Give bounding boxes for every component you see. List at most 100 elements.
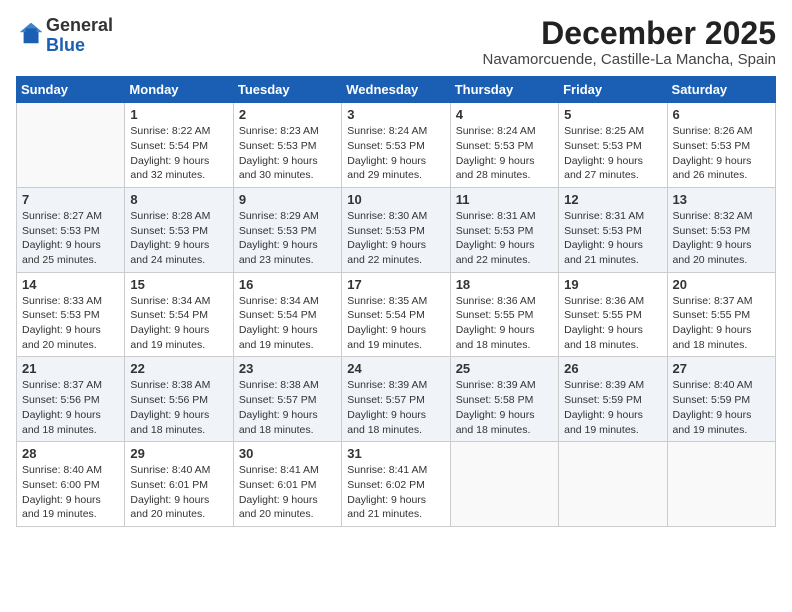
day-number: 8 xyxy=(130,192,227,207)
calendar-cell: 25Sunrise: 8:39 AMSunset: 5:58 PMDayligh… xyxy=(450,357,558,442)
day-info: Sunrise: 8:23 AMSunset: 5:53 PMDaylight:… xyxy=(239,124,336,183)
day-info: Sunrise: 8:32 AMSunset: 5:53 PMDaylight:… xyxy=(673,209,770,268)
calendar-cell: 5 Sunrise: 8:25 AMSunset: 5:53 PMDaylight… xyxy=(559,103,667,188)
calendar-cell: 19 Sunrise: 8:36 AMSunset: 5:55 PMDayligh… xyxy=(559,272,667,357)
day-number: 30 xyxy=(239,446,336,461)
calendar-cell: 16 Sunrise: 8:34 AMSunset: 5:54 PMDayligh… xyxy=(233,272,341,357)
calendar-cell: 11 Sunrise: 8:31 AMSunset: 5:53 PMDayligh… xyxy=(450,187,558,272)
calendar-week-row: 14Sunrise: 8:33 AMSunset: 5:53 PMDayligh… xyxy=(17,272,776,357)
day-number: 29 xyxy=(130,446,227,461)
day-info: Sunrise: 8:40 AMSunset: 5:59 PMDaylight:… xyxy=(673,378,770,437)
day-number: 16 xyxy=(239,277,336,292)
day-info: Sunrise: 8:36 AMSunset: 5:55 PMDaylight:… xyxy=(564,294,661,353)
day-number: 5 xyxy=(564,107,661,122)
day-info: Sunrise: 8:36 AMSunset: 5:55 PMDaylight:… xyxy=(456,294,553,353)
calendar-cell: 31Sunrise: 8:41 AMSunset: 6:02 PMDayligh… xyxy=(342,442,450,527)
calendar-cell xyxy=(559,442,667,527)
day-number: 19 xyxy=(564,277,661,292)
calendar-cell: 7 Sunrise: 8:27 AMSunset: 5:53 PMDaylight… xyxy=(17,187,125,272)
day-info: Sunrise: 8:29 AMSunset: 5:53 PMDaylight:… xyxy=(239,209,336,268)
calendar-table: SundayMondayTuesdayWednesdayThursdayFrid… xyxy=(16,76,776,527)
day-number: 1 xyxy=(130,107,227,122)
day-info: Sunrise: 8:41 AMSunset: 6:02 PMDaylight:… xyxy=(347,463,444,522)
calendar-header-row: SundayMondayTuesdayWednesdayThursdayFrid… xyxy=(17,77,776,103)
calendar-cell: 1 Sunrise: 8:22 AMSunset: 5:54 PMDaylight… xyxy=(125,103,233,188)
day-info: Sunrise: 8:31 AMSunset: 5:53 PMDaylight:… xyxy=(564,209,661,268)
calendar-cell: 24Sunrise: 8:39 AMSunset: 5:57 PMDayligh… xyxy=(342,357,450,442)
day-number: 2 xyxy=(239,107,336,122)
day-info: Sunrise: 8:35 AMSunset: 5:54 PMDaylight:… xyxy=(347,294,444,353)
day-header-tuesday: Tuesday xyxy=(233,77,341,103)
day-header-saturday: Saturday xyxy=(667,77,775,103)
day-number: 11 xyxy=(456,192,553,207)
day-number: 4 xyxy=(456,107,553,122)
day-number: 28 xyxy=(22,446,119,461)
calendar-cell: 18 Sunrise: 8:36 AMSunset: 5:55 PMDayligh… xyxy=(450,272,558,357)
day-number: 12 xyxy=(564,192,661,207)
day-number: 7 xyxy=(22,192,119,207)
day-number: 10 xyxy=(347,192,444,207)
day-info: Sunrise: 8:39 AMSunset: 5:57 PMDaylight:… xyxy=(347,378,444,437)
calendar-week-row: 21Sunrise: 8:37 AMSunset: 5:56 PMDayligh… xyxy=(17,357,776,442)
logo-blue-text: Blue xyxy=(46,35,85,55)
day-number: 15 xyxy=(130,277,227,292)
calendar-cell: 27 Sunrise: 8:40 AMSunset: 5:59 PMDayligh… xyxy=(667,357,775,442)
day-info: Sunrise: 8:27 AMSunset: 5:53 PMDaylight:… xyxy=(22,209,119,268)
day-header-friday: Friday xyxy=(559,77,667,103)
calendar-cell: 29 Sunrise: 8:40 AMSunset: 6:01 PMDayligh… xyxy=(125,442,233,527)
day-header-thursday: Thursday xyxy=(450,77,558,103)
day-info: Sunrise: 8:38 AMSunset: 5:56 PMDaylight:… xyxy=(130,378,227,437)
day-info: Sunrise: 8:40 AMSunset: 6:01 PMDaylight:… xyxy=(130,463,227,522)
location: Navamorcuende, Castille-La Mancha, Spain xyxy=(483,51,777,68)
day-number: 3 xyxy=(347,107,444,122)
day-number: 20 xyxy=(673,277,770,292)
calendar-cell: 2 Sunrise: 8:23 AMSunset: 5:53 PMDaylight… xyxy=(233,103,341,188)
calendar-cell: 4 Sunrise: 8:24 AMSunset: 5:53 PMDaylight… xyxy=(450,103,558,188)
calendar-cell: 13 Sunrise: 8:32 AMSunset: 5:53 PMDayligh… xyxy=(667,187,775,272)
calendar-week-row: 28 Sunrise: 8:40 AMSunset: 6:00 PMDayligh… xyxy=(17,442,776,527)
logo: General Blue xyxy=(16,16,113,56)
day-number: 27 xyxy=(673,361,770,376)
calendar-cell: 17 Sunrise: 8:35 AMSunset: 5:54 PMDayligh… xyxy=(342,272,450,357)
logo-icon xyxy=(18,19,46,47)
calendar-cell: 3 Sunrise: 8:24 AMSunset: 5:53 PMDaylight… xyxy=(342,103,450,188)
calendar-cell: 14Sunrise: 8:33 AMSunset: 5:53 PMDayligh… xyxy=(17,272,125,357)
day-number: 9 xyxy=(239,192,336,207)
calendar-cell: 26 Sunrise: 8:39 AMSunset: 5:59 PMDayligh… xyxy=(559,357,667,442)
day-number: 26 xyxy=(564,361,661,376)
day-info: Sunrise: 8:22 AMSunset: 5:54 PMDaylight:… xyxy=(130,124,227,183)
day-info: Sunrise: 8:25 AMSunset: 5:53 PMDaylight:… xyxy=(564,124,661,183)
calendar-cell: 30 Sunrise: 8:41 AMSunset: 6:01 PMDayligh… xyxy=(233,442,341,527)
day-info: Sunrise: 8:24 AMSunset: 5:53 PMDaylight:… xyxy=(347,124,444,183)
calendar-cell: 22 Sunrise: 8:38 AMSunset: 5:56 PMDayligh… xyxy=(125,357,233,442)
day-info: Sunrise: 8:31 AMSunset: 5:53 PMDaylight:… xyxy=(456,209,553,268)
day-number: 22 xyxy=(130,361,227,376)
day-info: Sunrise: 8:37 AMSunset: 5:55 PMDaylight:… xyxy=(673,294,770,353)
day-info: Sunrise: 8:37 AMSunset: 5:56 PMDaylight:… xyxy=(22,378,119,437)
calendar-cell: 28 Sunrise: 8:40 AMSunset: 6:00 PMDayligh… xyxy=(17,442,125,527)
calendar-cell: 15 Sunrise: 8:34 AMSunset: 5:54 PMDayligh… xyxy=(125,272,233,357)
day-info: Sunrise: 8:40 AMSunset: 6:00 PMDaylight:… xyxy=(22,463,119,522)
day-info: Sunrise: 8:34 AMSunset: 5:54 PMDaylight:… xyxy=(239,294,336,353)
title-block: December 2025 Navamorcuende, Castille-La… xyxy=(483,16,777,68)
day-number: 13 xyxy=(673,192,770,207)
day-info: Sunrise: 8:39 AMSunset: 5:58 PMDaylight:… xyxy=(456,378,553,437)
month-title: December 2025 xyxy=(483,16,777,51)
day-number: 23 xyxy=(239,361,336,376)
calendar-cell: 6Sunrise: 8:26 AMSunset: 5:53 PMDaylight… xyxy=(667,103,775,188)
day-info: Sunrise: 8:28 AMSunset: 5:53 PMDaylight:… xyxy=(130,209,227,268)
page-header: General Blue December 2025 Navamorcuende… xyxy=(16,16,776,68)
calendar-cell: 20 Sunrise: 8:37 AMSunset: 5:55 PMDayligh… xyxy=(667,272,775,357)
day-header-wednesday: Wednesday xyxy=(342,77,450,103)
day-number: 17 xyxy=(347,277,444,292)
calendar-cell: 10Sunrise: 8:30 AMSunset: 5:53 PMDayligh… xyxy=(342,187,450,272)
day-info: Sunrise: 8:24 AMSunset: 5:53 PMDaylight:… xyxy=(456,124,553,183)
day-number: 6 xyxy=(673,107,770,122)
logo-general-text: General xyxy=(46,15,113,35)
day-info: Sunrise: 8:34 AMSunset: 5:54 PMDaylight:… xyxy=(130,294,227,353)
day-number: 18 xyxy=(456,277,553,292)
day-info: Sunrise: 8:39 AMSunset: 5:59 PMDaylight:… xyxy=(564,378,661,437)
calendar-cell xyxy=(667,442,775,527)
day-info: Sunrise: 8:41 AMSunset: 6:01 PMDaylight:… xyxy=(239,463,336,522)
day-number: 14 xyxy=(22,277,119,292)
